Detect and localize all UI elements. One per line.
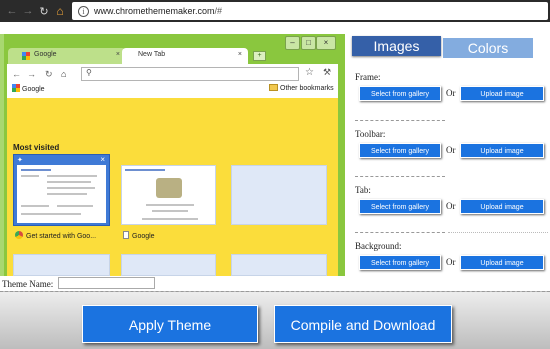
search-icon: ⚲ — [86, 68, 92, 77]
apply-theme-button[interactable]: Apply Theme — [82, 305, 258, 343]
compile-download-button[interactable]: Compile and Download — [274, 305, 452, 343]
or-label: Or — [446, 201, 456, 211]
folder-icon — [269, 84, 278, 91]
browser-toolbar: ← → ↻ ⌂ i www.chromethememaker.com/# — [0, 0, 550, 22]
tab-select-gallery-button[interactable]: Select from gallery — [359, 199, 441, 214]
background-select-gallery-button[interactable]: Select from gallery — [359, 255, 441, 270]
maximize-icon: □ — [301, 36, 316, 50]
most-visited-title: Most visited — [13, 143, 60, 152]
thumbnail-6 — [231, 254, 327, 276]
or-label: Or — [446, 145, 456, 155]
doodle-image — [156, 178, 182, 198]
back-icon[interactable]: ← — [4, 5, 20, 17]
preview-tab-google-label: Google — [34, 51, 57, 58]
thumbnail-5 — [121, 254, 216, 276]
forward-icon[interactable]: → — [20, 5, 36, 17]
theme-name-input[interactable] — [58, 277, 155, 289]
preview-omnibox: ⚲ — [81, 67, 299, 81]
thumbnail-1: ✦ × — [13, 154, 110, 226]
section-label-frame: Frame: — [355, 72, 381, 82]
tab-images[interactable]: Images — [352, 36, 441, 56]
address-bar[interactable]: i www.chromethememaker.com/# — [72, 2, 548, 20]
tab-colors[interactable]: Colors — [443, 38, 533, 58]
home-icon: ⌂ — [61, 69, 67, 79]
pin-icon: ✦ — [17, 157, 23, 164]
preview-toolbar: ← → ↻ ⌂ ⚲ ☆ ⚒ Google Other bookmarks — [7, 64, 338, 98]
divider — [355, 176, 445, 177]
theme-name-label: Theme Name: — [2, 279, 54, 289]
close-icon: × — [100, 155, 105, 164]
frame-select-gallery-button[interactable]: Select from gallery — [359, 86, 441, 101]
preview-tab-newtab: New Tab × — [122, 48, 248, 64]
close-window-icon: × — [316, 36, 336, 50]
url-text: www.chromethememaker.com/# — [94, 6, 223, 16]
thumbnail-3 — [231, 165, 327, 225]
section-label-tab: Tab: — [355, 185, 371, 195]
bookmark-google: Google — [12, 84, 45, 93]
reload-icon: ↻ — [45, 69, 53, 79]
frame-upload-button[interactable]: Upload image — [460, 86, 544, 101]
thumbnail-1-label: Get started with Goo... — [15, 231, 96, 240]
or-label: Or — [446, 257, 456, 267]
thumbnail-2 — [121, 165, 216, 225]
toolbar-upload-button[interactable]: Upload image — [460, 143, 544, 158]
google-icon — [22, 52, 30, 60]
preview-tab-google: Google × — [8, 48, 126, 64]
page-icon — [123, 231, 129, 239]
or-label: Or — [446, 88, 456, 98]
home-icon[interactable]: ⌂ — [52, 4, 68, 18]
section-label-background: Background: — [355, 241, 402, 251]
tab-upload-button[interactable]: Upload image — [460, 199, 544, 214]
wrench-icon: ⚒ — [323, 67, 332, 77]
bookmark-other: Other bookmarks — [269, 84, 334, 92]
forward-icon: → — [27, 69, 36, 79]
toolbar-select-gallery-button[interactable]: Select from gallery — [359, 143, 441, 158]
chrome-icon — [15, 231, 23, 239]
star-icon: ☆ — [305, 67, 314, 78]
thumbnail-4 — [13, 254, 110, 276]
minimize-icon: – — [285, 36, 300, 50]
new-tab-icon: + — [253, 51, 266, 61]
close-icon: × — [115, 51, 120, 58]
theme-preview: Google × New Tab × + – □ × ← → ↻ ⌂ ⚲ ☆ ⚒… — [0, 34, 345, 276]
divider — [448, 232, 548, 233]
preview-tab-newtab-label: New Tab — [138, 51, 166, 58]
divider — [355, 232, 445, 233]
section-label-toolbar: Toolbar: — [355, 129, 386, 139]
divider — [355, 120, 445, 121]
info-icon[interactable]: i — [78, 5, 89, 17]
reload-icon[interactable]: ↻ — [36, 5, 52, 18]
thumbnail-2-label: Google — [123, 231, 155, 240]
close-icon: × — [237, 51, 242, 58]
google-icon — [12, 84, 20, 92]
preview-new-tab-page: Most visited ✦ × Get started with Goo...… — [7, 98, 338, 276]
background-upload-button[interactable]: Upload image — [460, 255, 544, 270]
back-icon: ← — [12, 69, 21, 79]
